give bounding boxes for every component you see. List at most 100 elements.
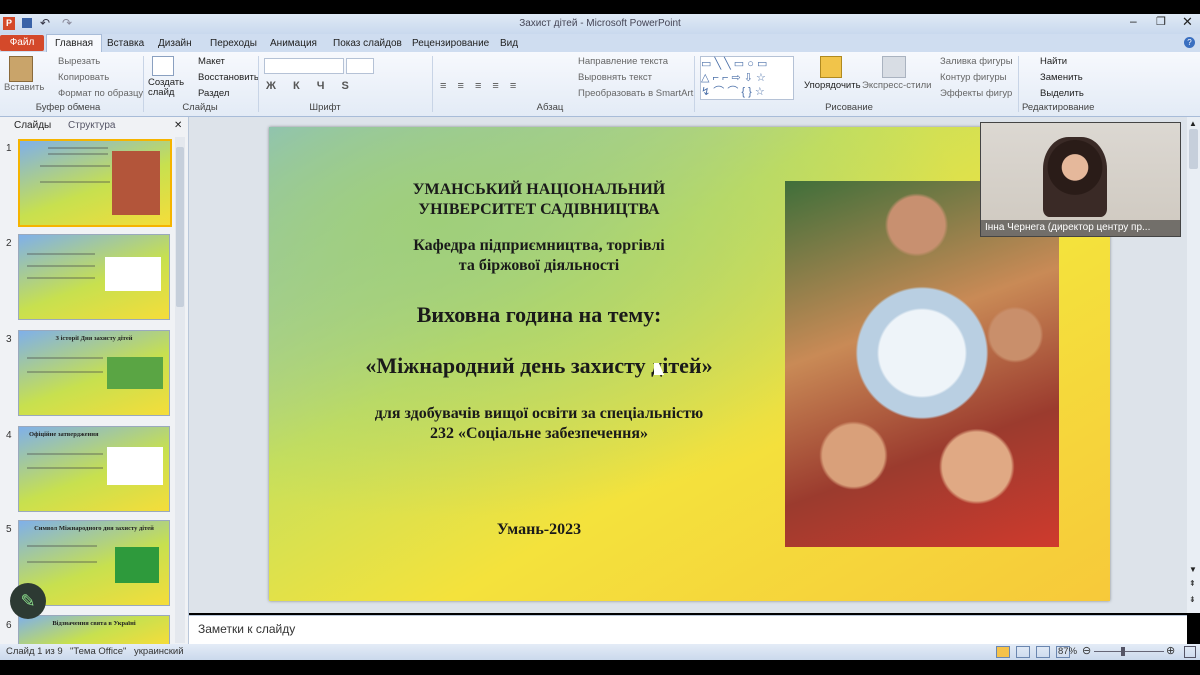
group-drawing: Рисование [825, 102, 873, 113]
status-bar: Слайд 1 из 9 "Тема Office" украинский 87… [0, 644, 1200, 660]
arrange-icon[interactable] [820, 56, 842, 78]
paste-icon[interactable] [9, 56, 33, 82]
scroll-thumb[interactable] [1189, 129, 1198, 169]
arrange-button[interactable]: Упорядочить [804, 80, 861, 91]
slide-thumbnail-3[interactable]: З історії Дня захисту дітей [18, 330, 170, 416]
panel-scroll-thumb[interactable] [176, 147, 184, 307]
group-slides: Слайды [182, 102, 218, 113]
scroll-up-arrow[interactable]: ▲ [1189, 119, 1197, 128]
shape-effects-button[interactable]: Эффекты фигур [940, 88, 1012, 99]
tab-review[interactable]: Рецензирование [412, 36, 489, 51]
thumb-number: 1 [6, 143, 12, 154]
next-slide-icon[interactable]: ⇟ [1189, 595, 1196, 604]
tab-file[interactable]: Файл [0, 35, 44, 51]
tab-view[interactable]: Вид [500, 36, 518, 51]
maximize-button[interactable]: ❐ [1156, 15, 1166, 28]
slide-topic: «Міжнародний день захисту дітей» [365, 353, 713, 378]
shapes-gallery[interactable]: ▭ ╲ ╲ ▭ ○ ▭ △ ⌐ ⌐ ⇨ ⇩ ☆ ↯ ⌒ ⌒ { } ☆ [700, 56, 794, 100]
view-sorter-icon[interactable] [1016, 646, 1030, 658]
fit-slide-icon[interactable] [1184, 646, 1196, 658]
status-slide-count: Слайд 1 из 9 [6, 646, 63, 657]
group-clipboard: Буфер обмена [35, 102, 101, 113]
smartart-button[interactable]: Преобразовать в SmartArt [578, 88, 693, 99]
slide-department-line1: Кафедра підприємництва, торгівлі [413, 237, 665, 254]
tab-transitions[interactable]: Переходы [210, 36, 257, 51]
select-button[interactable]: Выделить [1040, 88, 1084, 99]
thumb-title: Символ Міжнародного дня захисту дітей [34, 525, 154, 532]
close-button[interactable]: ✕ [1182, 14, 1193, 30]
status-language[interactable]: украинский [134, 646, 184, 657]
slide-thumbnail-4[interactable]: Офіційне затвердження [18, 426, 170, 512]
thumb-title: Офіційне затвердження [29, 431, 99, 438]
align-text-button[interactable]: Выровнять текст [578, 72, 652, 83]
new-slide-button[interactable]: Создать слайд [148, 78, 184, 98]
tab-outline[interactable]: Структура [68, 119, 115, 133]
font-style-icons[interactable]: Ж К Ч S [266, 80, 356, 92]
tab-insert[interactable]: Вставка [107, 36, 144, 51]
close-panel-icon[interactable]: ✕ [174, 120, 182, 131]
slide-audience-line1: для здобувачів вищої освіти за спеціальн… [374, 405, 704, 422]
font-size-select[interactable] [346, 58, 374, 74]
find-button[interactable]: Найти [1040, 56, 1067, 67]
shape-fill-button[interactable]: Заливка фигуры [940, 56, 1013, 67]
slide-audience-line2: 232 «Соціальне забезпечення» [429, 425, 648, 442]
zoom-in-icon[interactable]: ⊕ [1166, 644, 1175, 657]
editor-scrollbar[interactable]: ▲ ▼ ⇞ ⇟ [1187, 117, 1200, 613]
format-painter-button[interactable]: Формат по образцу [58, 88, 143, 99]
view-normal-icon[interactable] [996, 646, 1010, 658]
tab-slides[interactable]: Слайды [14, 119, 51, 133]
paragraph-align-icons[interactable]: ≡ ≡ ≡ ≡ ≡ [440, 80, 520, 92]
thumb-number: 4 [6, 430, 12, 441]
slide-thumbnail-6[interactable]: Відзначення свята в Україні [18, 615, 170, 645]
slide-university-line2: УНІВЕРСИТЕТ САДІВНИЦТВА [418, 201, 660, 218]
help-icon[interactable]: ? [1184, 37, 1195, 48]
slide-place-year: Умань-2023 [496, 521, 582, 538]
reset-button[interactable]: Восстановить [198, 72, 259, 83]
slide-university-line1: УМАНСЬКИЙ НАЦІОНАЛЬНИЙ [412, 181, 666, 198]
mouse-cursor-icon [654, 363, 664, 375]
thumb-number: 2 [6, 238, 12, 249]
window-title: Захист дітей - Microsoft PowerPoint [519, 18, 681, 29]
tab-slideshow[interactable]: Показ слайдов [333, 36, 402, 51]
group-font: Шрифт [309, 102, 341, 113]
quick-styles-icon[interactable] [882, 56, 906, 78]
cut-button[interactable]: Вырезать [58, 56, 100, 67]
zoom-slider[interactable] [1094, 651, 1164, 652]
paste-button[interactable]: Вставить [4, 82, 44, 93]
zoom-slider-thumb[interactable] [1121, 647, 1125, 656]
layout-button[interactable]: Макет [198, 56, 225, 67]
new-slide-icon[interactable] [152, 56, 174, 76]
replace-button[interactable]: Заменить [1040, 72, 1083, 83]
tab-design[interactable]: Дизайн [158, 36, 192, 51]
tab-animation[interactable]: Анимация [270, 36, 317, 51]
slide-thumbnail-2[interactable] [18, 234, 170, 320]
slide-thumbnail-1[interactable] [18, 139, 172, 227]
text-direction-button[interactable]: Направление текста [578, 56, 668, 67]
status-theme[interactable]: "Тема Office" [70, 646, 126, 657]
thumb-number: 6 [6, 620, 12, 631]
title-bar: P ↶ ↷ Захист дітей - Microsoft PowerPoin… [0, 14, 1200, 34]
prev-slide-icon[interactable]: ⇞ [1189, 579, 1196, 588]
thumb-number: 3 [6, 334, 12, 345]
thumb-title: З історії Дня захисту дітей [55, 335, 133, 342]
font-name-select[interactable] [264, 58, 344, 74]
video-overlay[interactable]: Інна Чернега (директор центру пр... [980, 122, 1181, 237]
annotate-pen-button[interactable]: ✎ [10, 583, 46, 619]
participant-name: Інна Чернега (директор центру пр... [981, 220, 1180, 236]
tab-home[interactable]: Главная [46, 34, 103, 53]
ribbon-tabs: Файл Главная Вставка Дизайн Переходы Ани… [0, 34, 1200, 53]
section-button[interactable]: Раздел [198, 88, 229, 99]
zoom-out-icon[interactable]: ⊖ [1082, 644, 1091, 657]
minimize-button[interactable]: – [1130, 14, 1137, 28]
scroll-down-arrow[interactable]: ▼ [1189, 565, 1197, 574]
thumb-title: Відзначення свята в Україні [52, 620, 136, 627]
notes-pane[interactable]: Заметки к слайду [189, 615, 1187, 645]
zoom-level[interactable]: 87% [1058, 646, 1077, 657]
shape-outline-button[interactable]: Контур фигуры [940, 72, 1006, 83]
view-reading-icon[interactable] [1036, 646, 1050, 658]
quick-styles-button[interactable]: Экспресс-стили [862, 80, 931, 91]
group-editing: Редактирование [1022, 102, 1095, 113]
slide-event-heading: Виховна година на тему: [416, 302, 662, 327]
presenter-video [1043, 137, 1107, 217]
copy-button[interactable]: Копировать [58, 72, 109, 83]
